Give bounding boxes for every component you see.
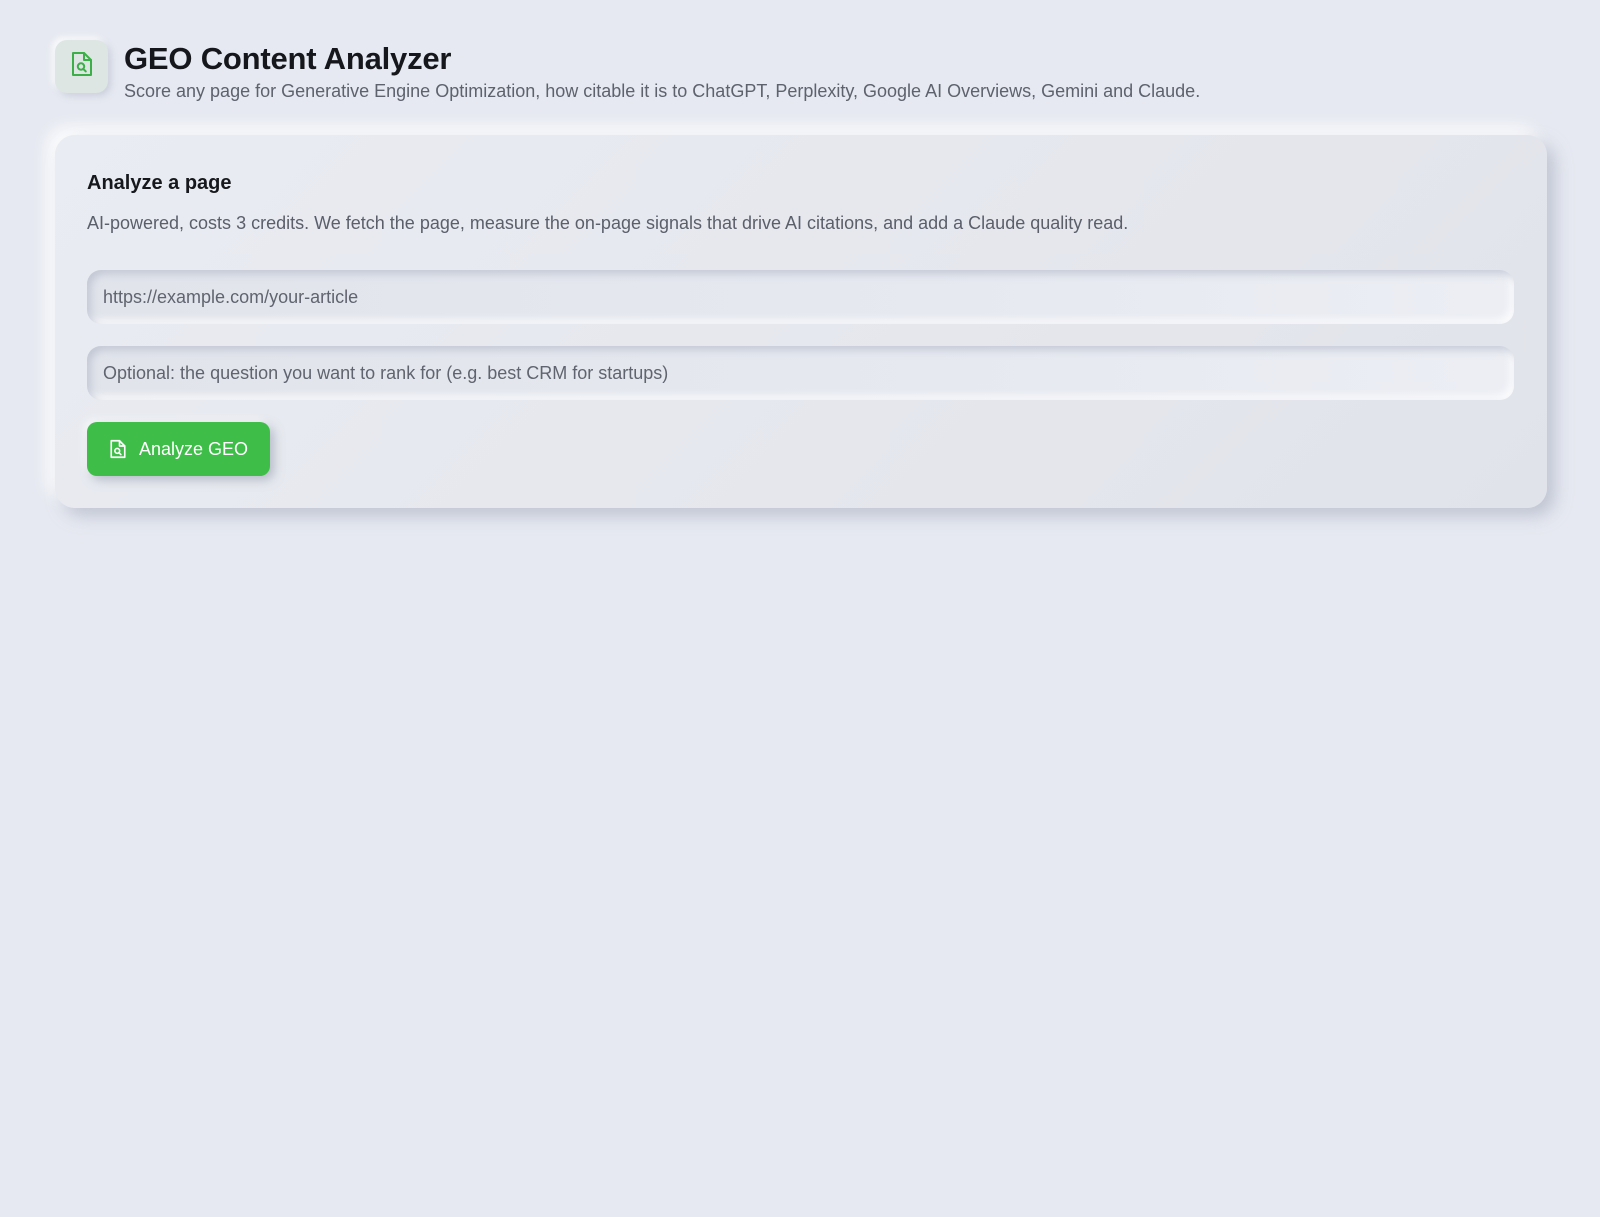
page-header: GEO Content Analyzer Score any page for … — [55, 40, 1200, 102]
question-input[interactable] — [87, 346, 1514, 400]
app-logo — [55, 40, 108, 93]
page-subtitle: Score any page for Generative Engine Opt… — [124, 81, 1201, 101]
url-input[interactable] — [87, 270, 1514, 324]
card-description: AI-powered, costs 3 credits. We fetch th… — [87, 213, 1129, 233]
header-text: GEO Content Analyzer Score any page for … — [124, 37, 1200, 102]
card-title: Analyze a page — [87, 172, 232, 194]
analyze-card: Analyze a page AI-powered, costs 3 credi… — [55, 135, 1547, 508]
page-title: GEO Content Analyzer — [124, 41, 452, 76]
file-search-icon — [109, 438, 127, 460]
analyze-geo-button-label: Analyze GEO — [139, 438, 249, 459]
analyze-geo-button[interactable]: Analyze GEO — [87, 422, 271, 476]
file-search-icon — [70, 50, 94, 83]
